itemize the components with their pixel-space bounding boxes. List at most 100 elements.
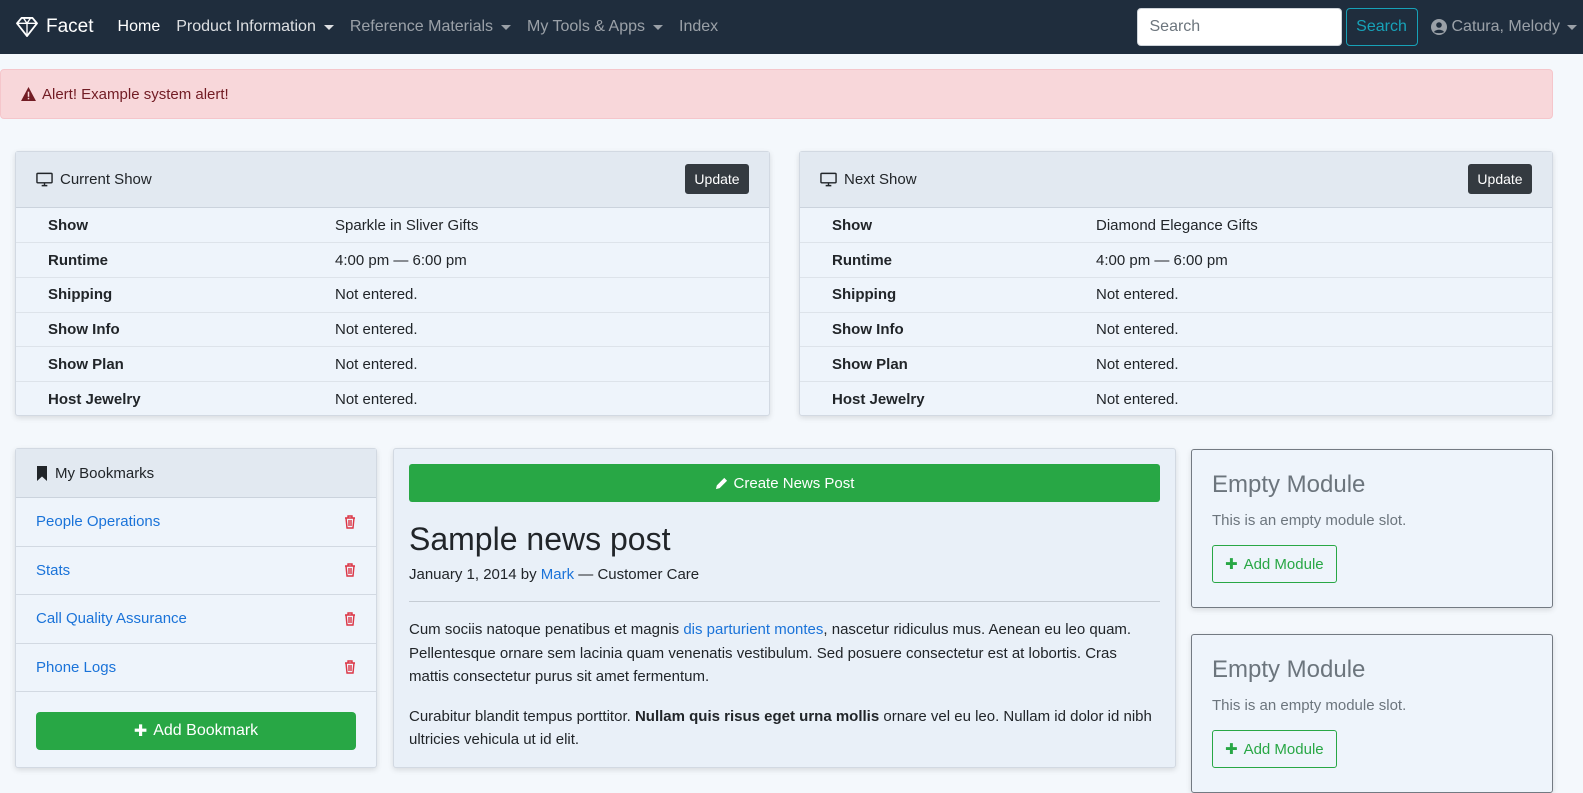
- nav-links: Home Product Information Reference Mater…: [110, 18, 727, 36]
- caret-down-icon: [324, 25, 334, 30]
- row-label: Show Info: [800, 312, 1096, 347]
- row-label: Shipping: [16, 277, 335, 312]
- nav-product-information-label: Product Information: [176, 18, 316, 36]
- trash-icon[interactable]: [344, 660, 356, 674]
- monitor-icon: [36, 172, 53, 187]
- caret-down-icon: [653, 25, 663, 30]
- nav-my-tools-apps[interactable]: My Tools & Apps: [519, 18, 671, 36]
- add-bookmark-label: Add Bookmark: [153, 722, 258, 740]
- add-module-button[interactable]: ✚ Add Module: [1212, 545, 1337, 583]
- row-label: Show Plan: [16, 347, 335, 382]
- update-current-show-button[interactable]: Update: [685, 164, 749, 194]
- news-date: January 1, 2014: [409, 566, 517, 583]
- diamond-icon: [16, 17, 38, 37]
- update-next-show-button[interactable]: Update: [1468, 164, 1532, 194]
- bookmark-link[interactable]: Call Quality Assurance: [36, 610, 187, 627]
- row-label: Host Jewelry: [800, 381, 1096, 416]
- row-value: Not entered.: [1096, 277, 1552, 312]
- plus-icon: ✚: [1225, 740, 1238, 758]
- search-input[interactable]: [1137, 8, 1342, 46]
- create-news-post-button[interactable]: Create News Post: [409, 464, 1160, 502]
- table-row: Show PlanNot entered.: [16, 347, 769, 382]
- nav-index[interactable]: Index: [671, 18, 726, 36]
- news-paragraph: Cum sociis natoque penatibus et magnis d…: [409, 618, 1160, 689]
- bookmarks-card: My Bookmarks People Operations Stats Cal…: [15, 448, 377, 768]
- row-label: Runtime: [800, 243, 1096, 278]
- nav-home[interactable]: Home: [110, 18, 169, 36]
- trash-icon[interactable]: [344, 515, 356, 529]
- caret-down-icon: [1567, 25, 1577, 30]
- table-row: Runtime4:00 pm — 6:00 pm: [800, 243, 1552, 278]
- nav-my-tools-apps-label: My Tools & Apps: [527, 18, 645, 36]
- add-bookmark-button[interactable]: ✚ Add Bookmark: [36, 712, 356, 750]
- list-item: Phone Logs: [16, 644, 376, 693]
- nav-index-label: Index: [679, 18, 718, 36]
- card-header: My Bookmarks: [16, 449, 376, 498]
- pencil-icon: [715, 477, 728, 490]
- table-row: ShippingNot entered.: [800, 277, 1552, 312]
- row-label: Show: [800, 208, 1096, 243]
- row-value: 4:00 pm — 6:00 pm: [1096, 243, 1552, 278]
- brand-logo[interactable]: Facet: [16, 16, 94, 38]
- current-show-title: Current Show: [60, 171, 152, 188]
- card-header: Next Show Update: [800, 152, 1552, 208]
- warning-icon: [21, 87, 36, 101]
- news-inline-link[interactable]: dis parturient montes: [683, 621, 823, 638]
- bookmark-link[interactable]: Phone Logs: [36, 659, 116, 676]
- row-label: Runtime: [16, 243, 335, 278]
- add-module-label: Add Module: [1244, 741, 1324, 758]
- trash-icon[interactable]: [344, 612, 356, 626]
- current-show-table: ShowSparkle in Sliver Gifts Runtime4:00 …: [16, 208, 769, 416]
- news-card: Create News Post Sample news post Januar…: [393, 448, 1176, 768]
- list-item: Stats: [16, 547, 376, 596]
- nav-right: Search Catura, Melody: [1137, 8, 1583, 46]
- next-show-table: ShowDiamond Elegance Gifts Runtime4:00 p…: [800, 208, 1552, 416]
- trash-icon[interactable]: [344, 563, 356, 577]
- bold-text: Nullam quis risus eget urna mollis: [635, 708, 879, 725]
- row-value: Sparkle in Sliver Gifts: [335, 208, 769, 243]
- news-paragraph: Curabitur blandit tempus porttitor. Null…: [409, 705, 1160, 752]
- create-news-post-label: Create News Post: [734, 475, 855, 492]
- list-item: People Operations: [16, 498, 376, 547]
- row-label: Show Info: [16, 312, 335, 347]
- news-by: by: [521, 566, 537, 583]
- search-button[interactable]: Search: [1346, 8, 1418, 46]
- row-value: Not entered.: [1096, 381, 1552, 416]
- bookmarks-title: My Bookmarks: [55, 465, 154, 482]
- table-row: ShowDiamond Elegance Gifts: [800, 208, 1552, 243]
- card-title: Next Show: [820, 171, 917, 188]
- next-show-card: Next Show Update ShowDiamond Elegance Gi…: [799, 151, 1553, 416]
- bookmark-link[interactable]: People Operations: [36, 513, 160, 530]
- empty-module-1: Empty Module This is an empty module slo…: [1191, 449, 1553, 608]
- table-row: ShippingNot entered.: [16, 277, 769, 312]
- user-menu[interactable]: Catura, Melody: [1431, 18, 1578, 36]
- nav-product-information[interactable]: Product Information: [168, 18, 342, 36]
- card-title: My Bookmarks: [36, 465, 154, 482]
- row-value: Not entered.: [1096, 347, 1552, 382]
- nav-reference-materials-label: Reference Materials: [350, 18, 493, 36]
- table-row: Runtime4:00 pm — 6:00 pm: [16, 243, 769, 278]
- top-navbar: Facet Home Product Information Reference…: [0, 0, 1583, 54]
- list-item: Call Quality Assurance: [16, 595, 376, 644]
- row-value: 4:00 pm — 6:00 pm: [335, 243, 769, 278]
- add-module-button[interactable]: ✚ Add Module: [1212, 730, 1337, 768]
- system-alert: Alert! Example system alert!: [0, 69, 1553, 119]
- bookmark-link[interactable]: Stats: [36, 562, 70, 579]
- add-module-label: Add Module: [1244, 556, 1324, 573]
- alert-text: Alert! Example system alert!: [42, 86, 229, 103]
- brand-name: Facet: [46, 16, 94, 38]
- news-author-link[interactable]: Mark: [541, 566, 574, 583]
- user-circle-icon: [1431, 19, 1447, 35]
- user-name: Catura, Melody: [1452, 18, 1561, 36]
- divider: [409, 601, 1160, 602]
- news-body: Sample news post January 1, 2014 by Mark…: [394, 520, 1175, 752]
- news-title: Sample news post: [409, 520, 1160, 558]
- current-show-card: Current Show Update ShowSparkle in Slive…: [15, 151, 770, 416]
- text: Cum sociis natoque penatibus et magnis: [409, 621, 683, 638]
- module-title: Empty Module: [1212, 470, 1532, 500]
- nav-reference-materials[interactable]: Reference Materials: [342, 18, 519, 36]
- table-row: Host JewelryNot entered.: [800, 381, 1552, 416]
- module-title: Empty Module: [1212, 655, 1532, 685]
- caret-down-icon: [501, 25, 511, 30]
- module-text: This is an empty module slot.: [1212, 697, 1532, 714]
